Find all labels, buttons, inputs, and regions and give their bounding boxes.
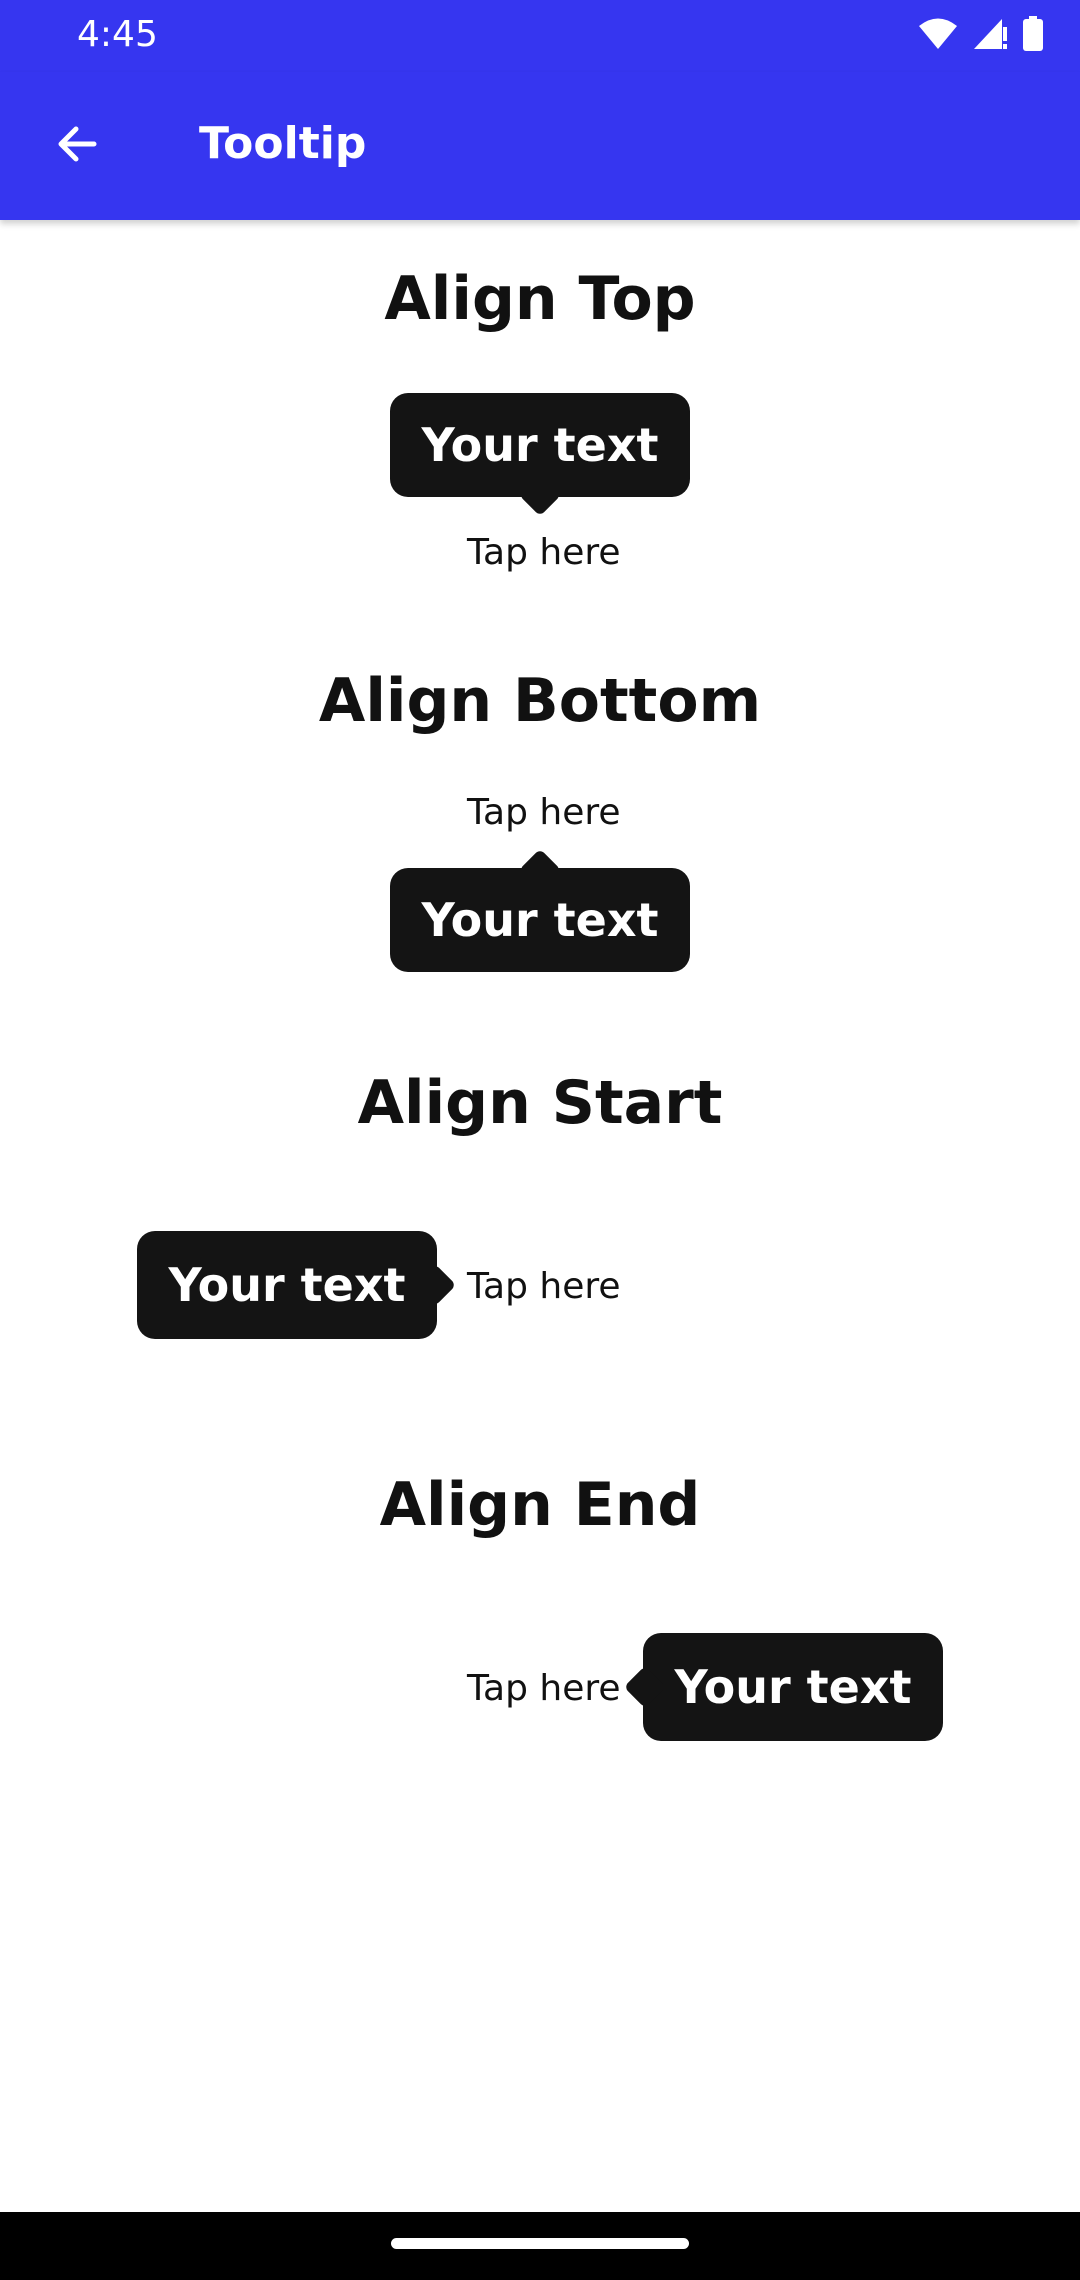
tooltip-arrow-left (623, 1665, 667, 1709)
section-title-align-top: Align Top (384, 264, 696, 334)
back-button[interactable] (36, 110, 116, 182)
page-title: Tooltip (199, 118, 367, 169)
tooltip-text: Your text (168, 1258, 406, 1312)
tooltip-text: Your text (674, 1660, 912, 1714)
tap-here-align-start[interactable]: Tap here (467, 1266, 621, 1307)
tooltip-text: Your text (421, 418, 659, 472)
tooltip-arrow-up (518, 848, 562, 892)
tap-here-align-end[interactable]: Tap here (467, 1668, 621, 1709)
section-title-align-start: Align Start (357, 1068, 723, 1138)
section-title-align-bottom: Align Bottom (318, 666, 762, 736)
navigation-bar (0, 2212, 1080, 2280)
battery-icon (1022, 15, 1044, 57)
home-gesture-handle[interactable] (391, 2238, 689, 2249)
status-time: 4:45 (77, 14, 158, 55)
tooltip-align-top: Your text (390, 393, 690, 517)
arrow-back-icon (52, 120, 100, 173)
tap-here-align-bottom[interactable]: Tap here (467, 792, 621, 833)
app-bar: Tooltip (0, 72, 1080, 220)
tooltip-align-end: Your text (623, 1633, 943, 1741)
status-bar: 4:45 (0, 0, 1080, 72)
signal-icon (972, 17, 1008, 56)
status-icons (918, 15, 1044, 57)
tooltip-arrow-right (413, 1263, 457, 1307)
section-title-align-end: Align End (379, 1470, 701, 1540)
tap-here-align-top[interactable]: Tap here (467, 532, 621, 573)
wifi-icon (918, 17, 958, 56)
tooltip-align-bottom: Your text (390, 848, 690, 972)
tooltip-arrow-down (518, 473, 562, 517)
tooltip-text: Your text (421, 893, 659, 947)
tooltip-align-start: Your text (137, 1231, 457, 1339)
